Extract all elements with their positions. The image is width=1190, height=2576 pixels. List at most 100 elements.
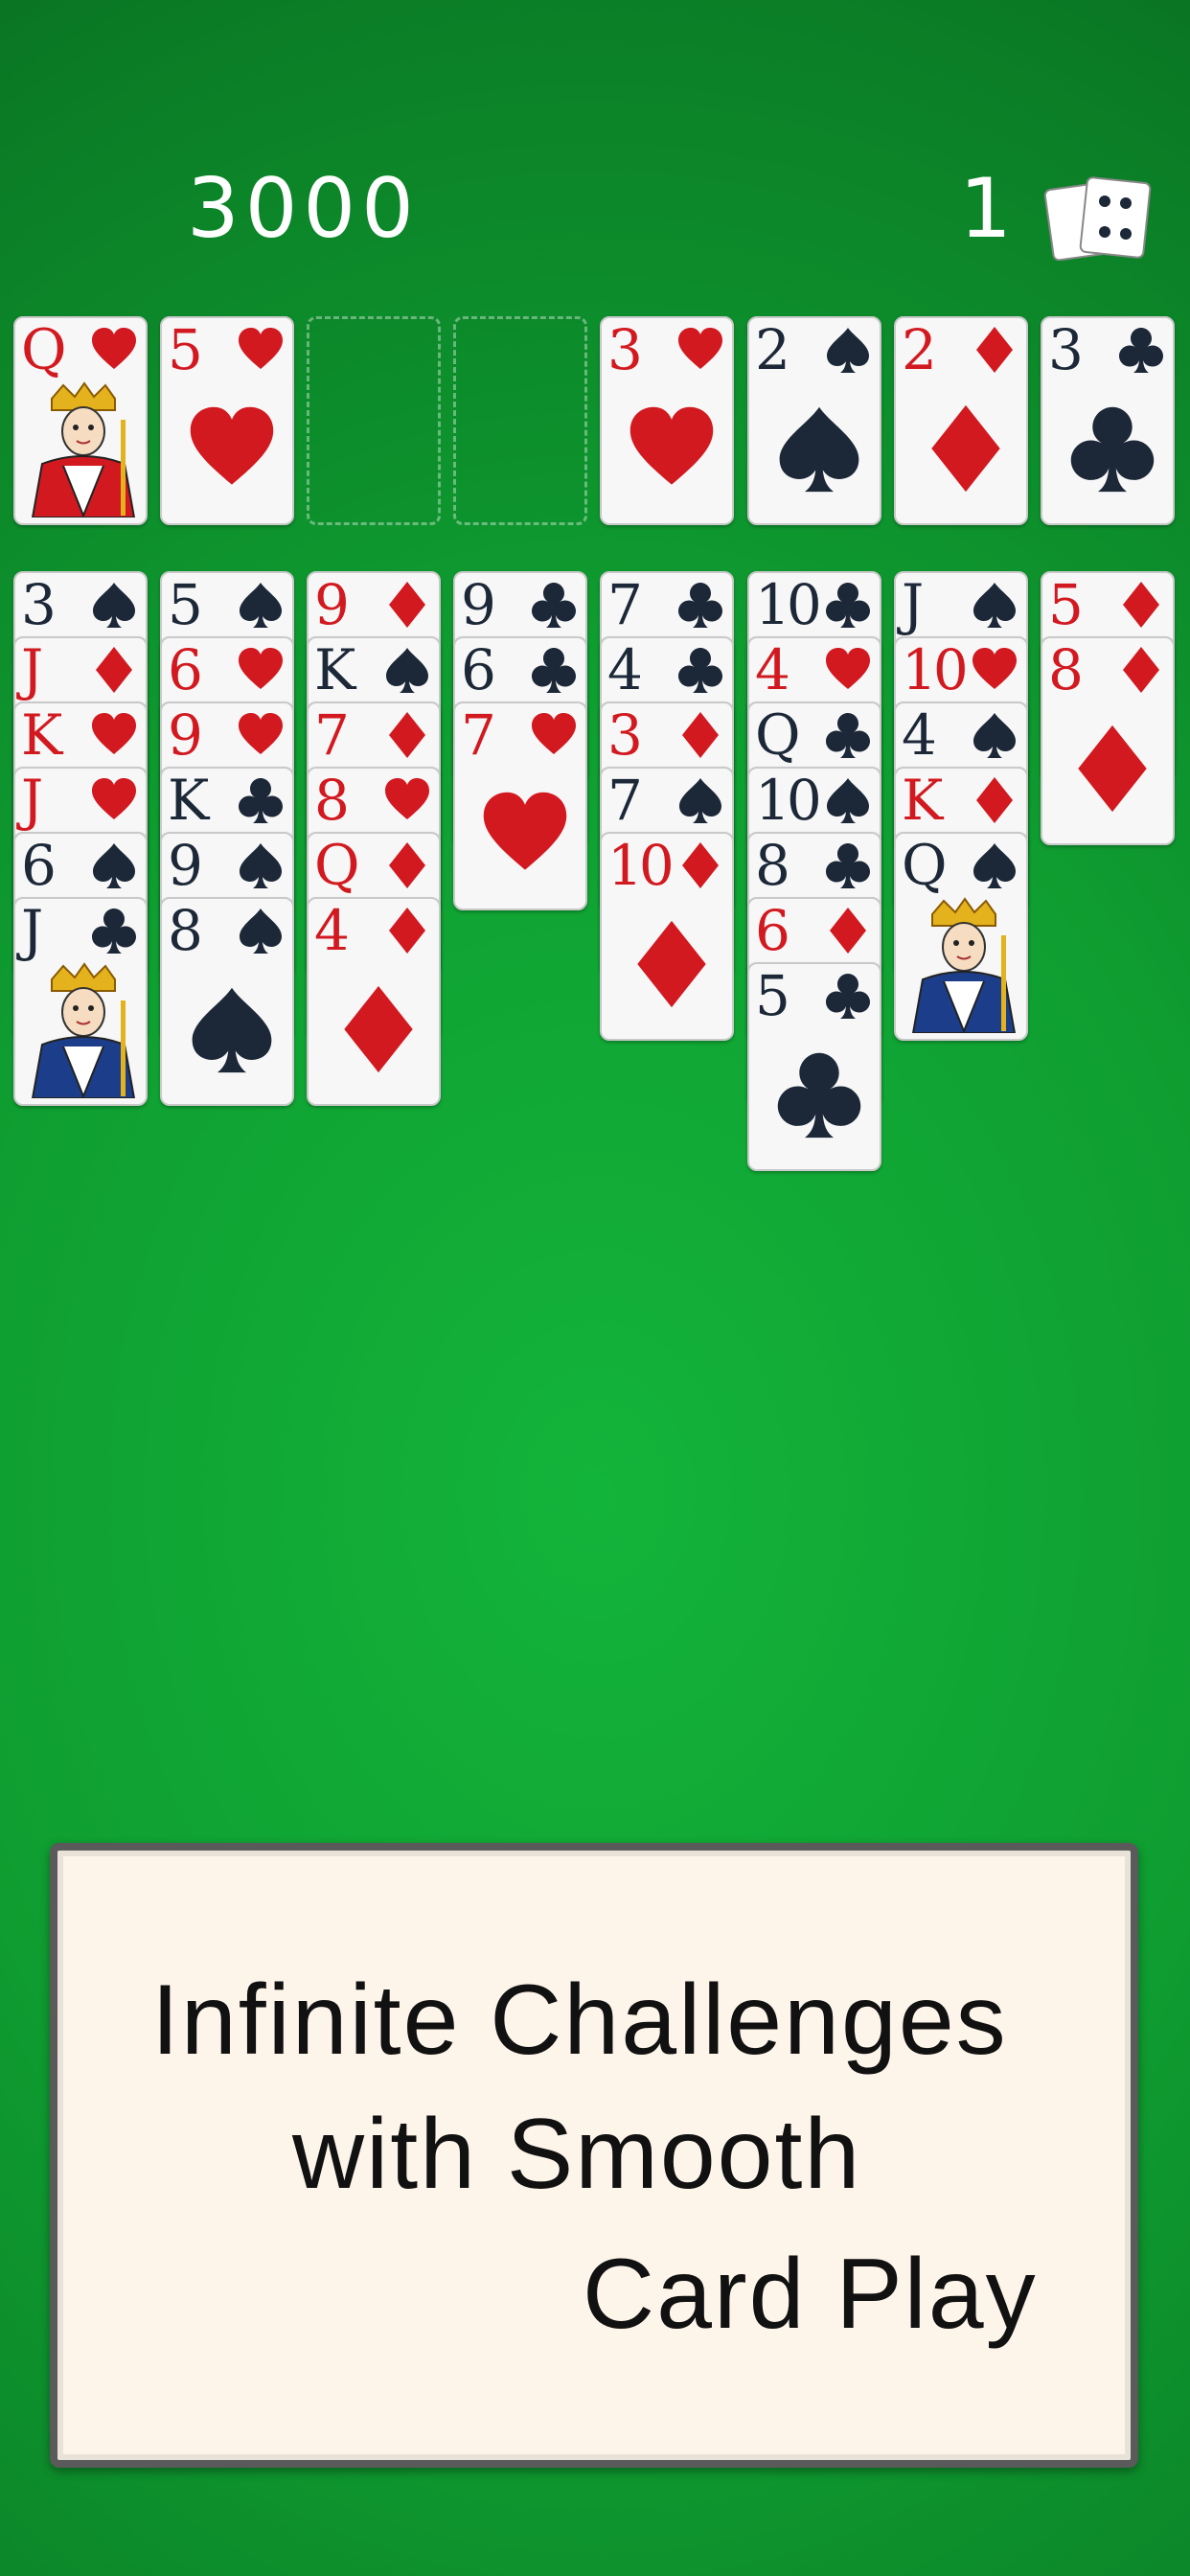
card-rank: 7 bbox=[607, 572, 643, 637]
promo-banner: Infinite Challenges with Smooth Card Pla… bbox=[50, 1843, 1138, 2468]
card-rank: K bbox=[168, 768, 209, 833]
card-rank: Q bbox=[902, 833, 948, 898]
card-rank: K bbox=[314, 637, 355, 702]
card-rank: 10 bbox=[755, 572, 822, 637]
deals-remaining: 1 bbox=[959, 161, 1018, 257]
card-rank: 2 bbox=[902, 317, 937, 382]
deck-icon[interactable] bbox=[1041, 174, 1156, 261]
club-suit-icon bbox=[777, 1052, 861, 1138]
card-rank: K bbox=[902, 768, 943, 833]
playing-card[interactable]: J bbox=[13, 897, 148, 1106]
playing-card[interactable]: 2 bbox=[747, 316, 881, 525]
spade-suit-icon bbox=[779, 406, 859, 493]
heart-suit-icon bbox=[92, 328, 136, 369]
card-rank: 9 bbox=[314, 572, 350, 637]
heart-suit-icon bbox=[239, 713, 283, 754]
diamond-suit-icon bbox=[96, 647, 132, 693]
spade-suit-icon bbox=[973, 713, 1016, 758]
free-cell-slot[interactable] bbox=[307, 316, 441, 525]
club-suit-icon bbox=[826, 974, 870, 1019]
playing-card[interactable]: Q bbox=[894, 832, 1028, 1041]
card-rank: 7 bbox=[314, 702, 350, 768]
card-rank: 4 bbox=[755, 637, 790, 702]
club-suit-icon bbox=[1119, 328, 1163, 373]
heart-suit-icon bbox=[532, 713, 576, 754]
card-rank: 9 bbox=[461, 572, 496, 637]
card-rank: 7 bbox=[461, 702, 496, 768]
diamond-suit-icon bbox=[830, 908, 866, 954]
card-rank: 5 bbox=[755, 963, 790, 1028]
card-rank: Q bbox=[314, 833, 360, 898]
card-rank: 8 bbox=[168, 898, 203, 963]
club-suit-icon bbox=[532, 648, 576, 693]
card-rank: 6 bbox=[168, 637, 203, 702]
card-rank: 3 bbox=[607, 702, 643, 768]
card-rank: 4 bbox=[902, 702, 937, 768]
club-suit-icon bbox=[826, 583, 870, 628]
spade-suit-icon bbox=[192, 987, 272, 1073]
diamond-suit-icon bbox=[344, 985, 413, 1073]
playing-card[interactable]: 3 bbox=[1041, 316, 1175, 525]
diamond-suit-icon bbox=[1078, 724, 1147, 813]
free-cell-slot[interactable] bbox=[453, 316, 587, 525]
heart-suit-icon bbox=[92, 778, 136, 819]
score-display: 3000 bbox=[187, 161, 420, 257]
banner-line-3: Card Play bbox=[583, 2239, 1038, 2350]
card-rank: 10 bbox=[755, 768, 822, 833]
card-rank: J bbox=[902, 572, 924, 637]
card-rank: J bbox=[21, 768, 43, 833]
card-rank: 9 bbox=[168, 702, 203, 768]
spade-suit-icon bbox=[240, 908, 282, 954]
diamond-suit-icon bbox=[931, 404, 1000, 493]
playing-card[interactable]: 2 bbox=[894, 316, 1028, 525]
heart-suit-icon bbox=[483, 792, 567, 870]
playing-card[interactable]: 3 bbox=[600, 316, 734, 525]
heart-suit-icon bbox=[973, 648, 1017, 689]
card-rank: 6 bbox=[21, 833, 57, 898]
card-rank: 6 bbox=[461, 637, 496, 702]
playing-card[interactable]: 10 bbox=[600, 832, 734, 1041]
face-card-portrait-icon bbox=[905, 897, 1022, 1033]
playing-card[interactable]: 5 bbox=[160, 316, 294, 525]
card-rank: 8 bbox=[755, 833, 790, 898]
face-card-portrait-icon bbox=[25, 962, 142, 1098]
diamond-suit-icon bbox=[682, 712, 719, 758]
spade-suit-icon bbox=[973, 843, 1016, 888]
heart-suit-icon bbox=[826, 648, 870, 689]
card-rank: 3 bbox=[607, 317, 643, 382]
spade-suit-icon bbox=[827, 778, 869, 823]
card-rank: 4 bbox=[314, 898, 350, 963]
heart-suit-icon bbox=[678, 328, 722, 369]
playing-card[interactable]: Q bbox=[13, 316, 148, 525]
spade-suit-icon bbox=[240, 843, 282, 888]
heart-suit-icon bbox=[190, 406, 274, 485]
card-rank: 10 bbox=[607, 833, 675, 898]
club-suit-icon bbox=[92, 908, 136, 954]
playing-card[interactable]: 4 bbox=[307, 897, 441, 1106]
spade-suit-icon bbox=[93, 843, 135, 888]
card-rank: 6 bbox=[755, 898, 790, 963]
playing-card[interactable]: 8 bbox=[1041, 636, 1175, 845]
diamond-suit-icon bbox=[1123, 582, 1159, 628]
playing-card[interactable]: 7 bbox=[453, 702, 587, 910]
diamond-suit-icon bbox=[389, 908, 425, 954]
diamond-suit-icon bbox=[637, 920, 706, 1008]
playing-card[interactable]: 5 bbox=[747, 962, 881, 1171]
card-rank: 10 bbox=[902, 637, 969, 702]
club-suit-icon bbox=[678, 583, 722, 628]
heart-suit-icon bbox=[629, 406, 714, 485]
club-suit-icon bbox=[532, 583, 576, 628]
card-rank: 3 bbox=[1048, 317, 1084, 382]
spade-suit-icon bbox=[679, 778, 721, 823]
card-rank: 8 bbox=[314, 768, 350, 833]
playing-card[interactable]: 8 bbox=[160, 897, 294, 1106]
spade-suit-icon bbox=[240, 583, 282, 628]
spade-suit-icon bbox=[93, 583, 135, 628]
face-card-portrait-icon bbox=[25, 381, 142, 518]
card-rank: 5 bbox=[168, 572, 203, 637]
card-rank: Q bbox=[21, 317, 67, 382]
diamond-suit-icon bbox=[389, 582, 425, 628]
card-rank: 9 bbox=[168, 833, 203, 898]
card-rank: 5 bbox=[168, 317, 203, 382]
club-suit-icon bbox=[1070, 406, 1155, 493]
